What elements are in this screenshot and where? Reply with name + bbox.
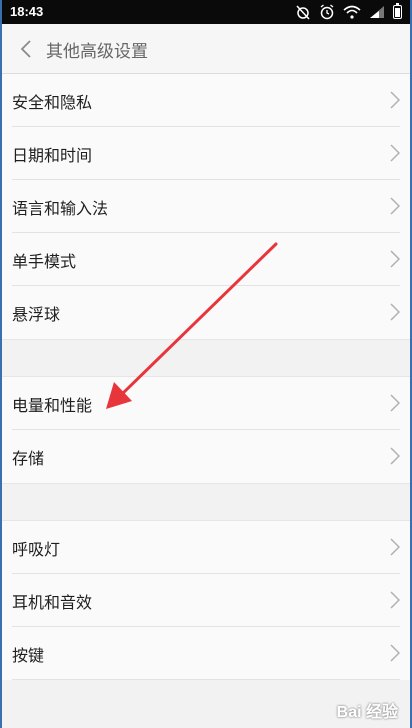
settings-item-breathing-light[interactable]: 呼吸灯 (0, 521, 412, 574)
header: 其他高级设置 (0, 24, 412, 74)
chevron-right-icon (390, 394, 400, 412)
chevron-right-icon (390, 538, 400, 556)
chevron-right-icon (390, 303, 400, 321)
settings-item-floating-ball[interactable]: 悬浮球 (0, 286, 412, 339)
settings-item-security-privacy[interactable]: 安全和隐私 (0, 74, 412, 127)
chevron-right-icon (390, 144, 400, 162)
signal-icon (370, 6, 384, 18)
back-button[interactable] (14, 36, 38, 62)
chevron-right-icon (390, 91, 400, 109)
wifi-icon (343, 5, 361, 19)
window-frame-left (0, 0, 2, 728)
settings-item-buttons[interactable]: 按键 (0, 627, 412, 680)
status-time: 18:43 (10, 4, 44, 19)
page-title: 其他高级设置 (46, 42, 148, 62)
group-separator (0, 483, 412, 521)
settings-item-headphones-audio[interactable]: 耳机和音效 (0, 574, 412, 627)
settings-item-label: 存储 (12, 449, 45, 468)
settings-item-date-time[interactable]: 日期和时间 (0, 127, 412, 180)
divider (12, 679, 400, 680)
chevron-right-icon (390, 447, 400, 465)
settings-item-language-input[interactable]: 语言和输入法 (0, 180, 412, 233)
settings-item-label: 按键 (12, 646, 45, 665)
watermark: Bai 经验 (336, 704, 398, 721)
settings-list: 安全和隐私 日期和时间 语言和输入法 单手模式 悬浮球 电量和性能 存储 呼吸灯 (0, 74, 412, 680)
chevron-right-icon (390, 197, 400, 215)
settings-item-label: 悬浮球 (12, 305, 61, 324)
status-bar: 18:43 (0, 0, 412, 24)
settings-item-label: 单手模式 (12, 252, 77, 271)
alarm-off-icon (296, 5, 310, 20)
chevron-left-icon (21, 40, 31, 58)
group-separator (0, 339, 412, 377)
alarm-icon (320, 4, 334, 20)
chevron-right-icon (390, 250, 400, 268)
chevron-right-icon (390, 591, 400, 609)
settings-item-label: 安全和隐私 (12, 93, 93, 112)
settings-item-label: 耳机和音效 (12, 593, 93, 612)
settings-item-label: 日期和时间 (12, 146, 93, 165)
settings-item-battery-performance[interactable]: 电量和性能 (0, 377, 412, 430)
status-icons (295, 3, 402, 21)
battery-icon (393, 3, 402, 19)
chevron-right-icon (390, 644, 400, 662)
settings-item-label: 呼吸灯 (12, 540, 61, 559)
settings-item-label: 电量和性能 (12, 396, 93, 415)
settings-item-storage[interactable]: 存储 (0, 430, 412, 483)
settings-item-one-hand-mode[interactable]: 单手模式 (0, 233, 412, 286)
settings-item-label: 语言和输入法 (12, 199, 109, 218)
